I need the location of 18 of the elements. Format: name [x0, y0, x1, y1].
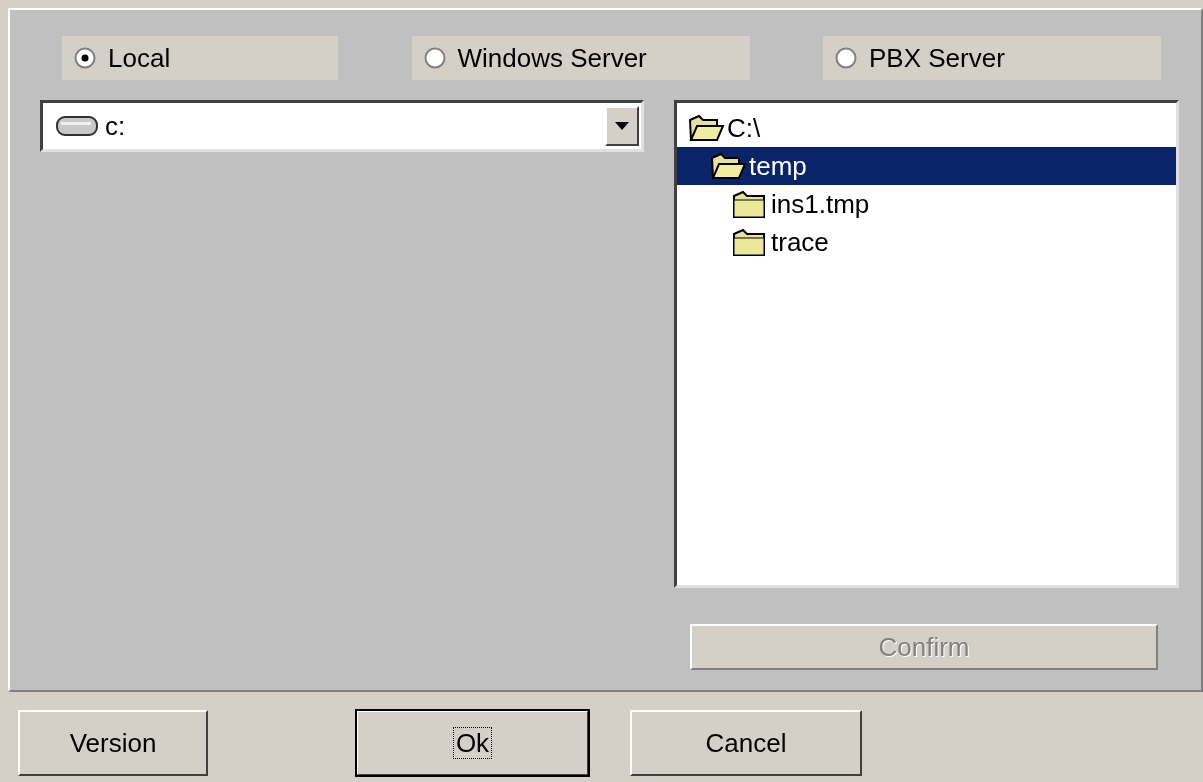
dialog-button[interactable]: Cancel	[630, 710, 862, 776]
radio-option[interactable]: Windows Server	[411, 36, 750, 80]
drive-icon	[55, 114, 99, 138]
tree-item[interactable]: C:\	[677, 109, 1176, 147]
open-folder-icon	[687, 112, 725, 144]
caret-icon	[615, 122, 629, 130]
radio-option[interactable]: Local	[62, 36, 338, 80]
tree-item[interactable]: temp	[677, 147, 1176, 185]
tree-item[interactable]: trace	[677, 223, 1176, 261]
dialog-button[interactable]: Version	[18, 710, 208, 776]
tree-item[interactable]: ins1.tmp	[677, 185, 1176, 223]
radio-option[interactable]: PBX Server	[823, 36, 1161, 80]
radio-button-icon[interactable]	[835, 47, 857, 69]
open-folder-icon	[709, 150, 747, 182]
dialog-button[interactable]: Ok	[356, 710, 589, 776]
radio-button-icon[interactable]	[74, 47, 96, 69]
drive-dropdown[interactable]: c:	[40, 100, 644, 152]
radio-button-icon[interactable]	[423, 47, 446, 69]
